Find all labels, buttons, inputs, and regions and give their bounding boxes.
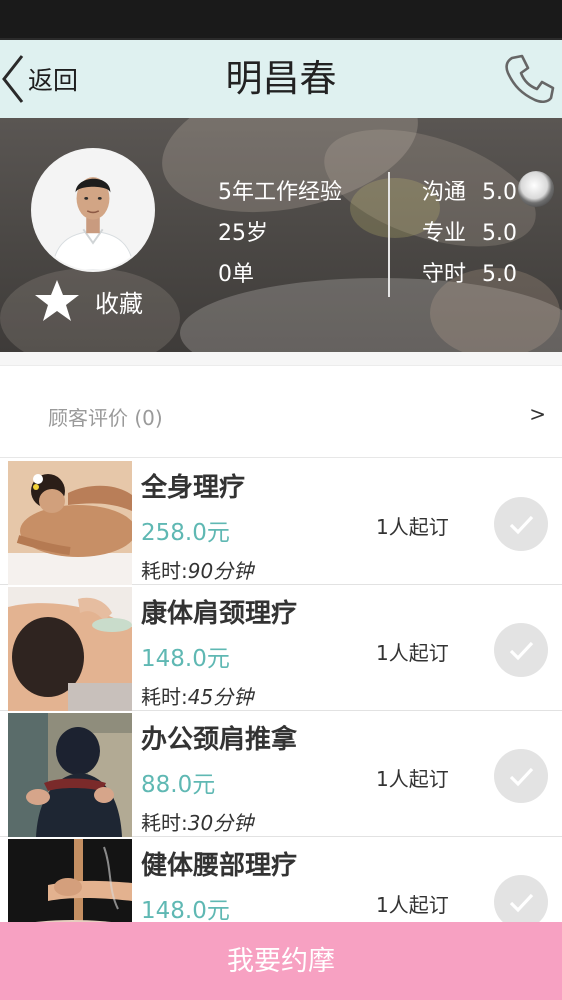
customer-reviews-row[interactable]: 顾客评价 (0) > (0, 366, 562, 458)
check-icon (509, 767, 534, 787)
nav-bar: 返回 明昌春 (0, 38, 562, 118)
rating-professional: 专业 5.0 (422, 217, 517, 258)
rating-score: 5.0 (482, 221, 518, 246)
age-text: 25岁 (218, 221, 268, 246)
back-label: 返回 (28, 66, 79, 95)
duration-value: 30分钟 (187, 811, 254, 835)
select-service-button[interactable] (494, 875, 548, 929)
min-order-text: 1人起订 (376, 641, 449, 665)
service-item[interactable]: 办公颈肩推拿 88.0元 耗时:30分钟 1人起订 (0, 711, 562, 837)
service-duration: 耗时:90分钟 (141, 555, 253, 584)
back-button[interactable]: 返回 (0, 40, 110, 118)
check-icon (509, 893, 534, 913)
duration-prefix: 耗时: (141, 685, 188, 709)
status-bar (0, 0, 562, 38)
rating-communication: 沟通 5.0 (422, 176, 517, 217)
min-order-text: 1人起订 (376, 893, 449, 917)
service-name: 康体肩颈理疗 (141, 599, 298, 629)
rating-score: 5.0 (482, 180, 518, 205)
avatar (31, 148, 155, 272)
chevron-right-icon: > (529, 402, 546, 426)
orders-text: 0单 (218, 262, 254, 287)
screen: 返回 明昌春 收藏 5年工作经验 25岁 0单 沟通 5.0 专业 5.0 守时… (0, 0, 562, 1000)
service-name: 全身理疗 (141, 473, 246, 503)
floating-scroll-knob[interactable] (518, 171, 554, 207)
select-service-button[interactable] (494, 749, 548, 803)
service-price: 258.0元 (141, 520, 230, 546)
ratings: 沟通 5.0 专业 5.0 守时 5.0 (422, 176, 517, 299)
rating-label: 专业 (422, 221, 467, 246)
duration-prefix: 耗时: (141, 811, 188, 835)
service-duration: 耗时:30分钟 (141, 807, 253, 836)
service-name: 办公颈肩推拿 (141, 725, 298, 755)
rating-label: 守时 (422, 262, 467, 287)
divider (388, 172, 390, 297)
service-list: 全身理疗 258.0元 耗时:90分钟 1人起订 康体肩颈理疗 148.0元 耗… (0, 459, 562, 963)
duration-value: 45分钟 (187, 685, 254, 709)
min-order-text: 1人起订 (376, 767, 449, 791)
phone-icon[interactable] (502, 52, 556, 106)
duration-value: 90分钟 (187, 559, 254, 583)
select-service-button[interactable] (494, 497, 548, 551)
background-photo-shape (0, 268, 180, 352)
technician-profile: 收藏 5年工作经验 25岁 0单 沟通 5.0 专业 5.0 守时 5.0 (0, 118, 562, 352)
favorite-label[interactable]: 收藏 (95, 284, 143, 319)
rating-score: 5.0 (482, 262, 518, 287)
service-thumbnail (8, 713, 132, 837)
technician-info: 5年工作经验 25岁 0单 (218, 176, 342, 299)
section-divider (0, 352, 562, 366)
book-massage-button[interactable]: 我要约摩 (0, 922, 562, 1000)
service-price: 148.0元 (141, 898, 230, 924)
select-service-button[interactable] (494, 623, 548, 677)
duration-prefix: 耗时: (141, 559, 188, 583)
reviews-label: 顾客评价 (0) (48, 406, 163, 430)
rating-punctual: 守时 5.0 (422, 258, 517, 299)
service-price: 88.0元 (141, 772, 216, 798)
min-order-text: 1人起订 (376, 515, 449, 539)
check-icon (509, 515, 534, 535)
service-item[interactable]: 全身理疗 258.0元 耗时:90分钟 1人起订 (0, 459, 562, 585)
service-item[interactable]: 康体肩颈理疗 148.0元 耗时:45分钟 1人起订 (0, 585, 562, 711)
rating-label: 沟通 (422, 180, 467, 205)
service-thumbnail (8, 461, 132, 585)
page-title: 明昌春 (225, 57, 337, 100)
check-icon (509, 641, 534, 661)
service-thumbnail (8, 587, 132, 711)
service-duration: 耗时:45分钟 (141, 681, 253, 710)
service-price: 148.0元 (141, 646, 230, 672)
experience-text: 5年工作经验 (218, 180, 342, 205)
star-icon[interactable] (34, 278, 80, 324)
service-name: 健体腰部理疗 (141, 851, 298, 881)
